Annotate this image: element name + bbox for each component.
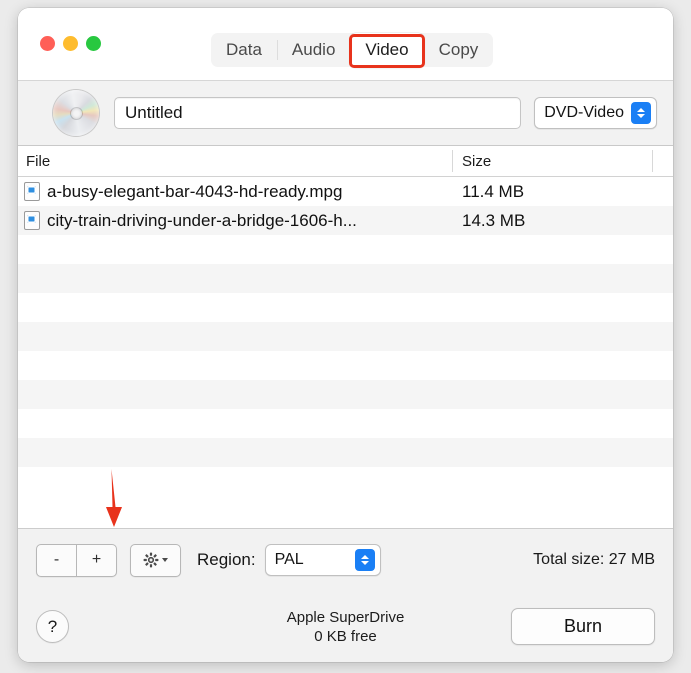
close-button-icon[interactable] [40, 36, 55, 51]
mode-tab-bar: Data Audio Video Copy [211, 33, 493, 67]
empty-row [18, 409, 673, 438]
column-divider[interactable] [652, 150, 653, 172]
disc-name-bar: Untitled DVD-Video [18, 81, 673, 146]
region-value: PAL [275, 551, 304, 569]
add-remove-segmented-control: - + [36, 544, 117, 577]
window-titlebar: Data Audio Video Copy [18, 8, 673, 81]
disc-name-input[interactable]: Untitled [114, 97, 521, 129]
movie-file-icon [24, 211, 40, 230]
empty-row [18, 322, 673, 351]
burn-window: Data Audio Video Copy Untitled DVD-Video… [18, 8, 673, 662]
tab-video[interactable]: Video [350, 33, 423, 67]
empty-row [18, 293, 673, 322]
movie-file-icon [24, 182, 40, 201]
table-row[interactable]: a-busy-elegant-bar-4043-hd-ready.mpg 11.… [18, 177, 673, 206]
tab-data[interactable]: Data [211, 33, 277, 67]
file-name-label: city-train-driving-under-a-bridge-1606-h… [47, 211, 357, 231]
minimize-button-icon[interactable] [63, 36, 78, 51]
help-button[interactable]: ? [36, 610, 69, 643]
file-name-cell: a-busy-elegant-bar-4043-hd-ready.mpg [18, 182, 452, 202]
empty-row [18, 467, 673, 496]
disc-format-value: DVD-Video [544, 104, 624, 122]
burn-button[interactable]: Burn [511, 608, 655, 645]
tab-audio[interactable]: Audio [277, 33, 350, 67]
column-header-size[interactable]: Size [452, 153, 673, 170]
file-name-label: a-busy-elegant-bar-4043-hd-ready.mpg [47, 182, 342, 202]
cd-disc-icon [53, 90, 99, 136]
add-file-button[interactable]: + [76, 545, 116, 576]
gear-icon [143, 552, 159, 568]
file-list-header: File Size [18, 146, 673, 177]
empty-row [18, 351, 673, 380]
file-name-cell: city-train-driving-under-a-bridge-1606-h… [18, 211, 452, 231]
empty-row [18, 438, 673, 467]
chevron-updown-icon [631, 102, 651, 124]
empty-row [18, 264, 673, 293]
chevron-down-icon [162, 558, 168, 562]
chevron-updown-icon [355, 549, 375, 571]
empty-row [18, 235, 673, 264]
column-header-file[interactable]: File [18, 153, 452, 170]
file-size-label: 14.3 MB [452, 211, 673, 231]
table-row[interactable]: city-train-driving-under-a-bridge-1606-h… [18, 206, 673, 235]
region-popup[interactable]: PAL [265, 544, 381, 576]
empty-row [18, 380, 673, 409]
action-menu-button[interactable] [130, 544, 181, 577]
file-list[interactable]: a-busy-elegant-bar-4043-hd-ready.mpg 11.… [18, 177, 673, 528]
disc-format-popup[interactable]: DVD-Video [534, 97, 657, 129]
maximize-button-icon[interactable] [86, 36, 101, 51]
tab-copy[interactable]: Copy [424, 33, 494, 67]
remove-file-button[interactable]: - [37, 545, 76, 576]
total-size-label: Total size: 27 MB [533, 551, 655, 569]
window-footer: ? Apple SuperDrive 0 KB free Burn [18, 591, 673, 662]
traffic-lights [40, 36, 101, 51]
region-label: Region: [197, 550, 256, 570]
column-divider[interactable] [452, 150, 453, 172]
file-size-label: 11.4 MB [452, 182, 673, 202]
list-toolbar: - + [18, 528, 673, 591]
